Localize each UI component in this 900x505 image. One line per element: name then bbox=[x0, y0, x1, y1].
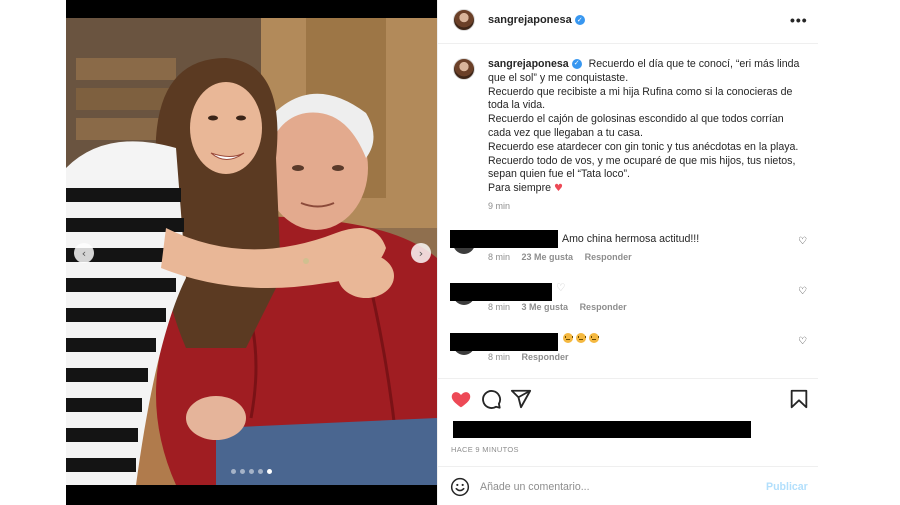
post-actions-bar bbox=[438, 378, 818, 418]
caption-line: Para siempre bbox=[488, 182, 551, 195]
comment-likes-count[interactable]: 23 Me gusta bbox=[522, 252, 574, 262]
comment-meta: 8 min 23 Me gusta Responder bbox=[488, 252, 641, 262]
photo-letterbox-bottom bbox=[66, 485, 437, 505]
author-username[interactable]: sangrejaponesa ✓ bbox=[488, 14, 585, 26]
comment-likes[interactable]: 3 Me gusta bbox=[522, 302, 569, 312]
sad-face-emoji-icon bbox=[576, 333, 586, 344]
comment-text: ♡ bbox=[556, 282, 566, 294]
add-comment-bar: Publicar bbox=[438, 466, 818, 505]
photo-letterbox-top bbox=[66, 0, 437, 18]
caption-username-text[interactable]: sangrejaponesa bbox=[488, 58, 569, 70]
comment-reply-button[interactable]: Responder bbox=[585, 252, 632, 262]
post-side-panel: sangrejaponesa ✓ ••• sangrejaponesa ✓ Recu… bbox=[437, 0, 818, 505]
comment-time: 8 min bbox=[488, 252, 511, 262]
comment-bubble-icon[interactable] bbox=[480, 388, 502, 410]
redacted-liked-by bbox=[453, 421, 751, 438]
comment-likes[interactable]: 23 Me gusta bbox=[522, 252, 574, 262]
post-caption: sangrejaponesa ✓ Recuerdo el día que te c… bbox=[488, 58, 804, 196]
redacted-username bbox=[450, 283, 552, 301]
comment-reply-button[interactable]: Responder bbox=[580, 302, 627, 312]
comment-input[interactable] bbox=[480, 478, 750, 496]
comment-time: 8 min bbox=[488, 352, 511, 362]
save-bookmark-icon[interactable] bbox=[788, 388, 810, 410]
comment-reply-label[interactable]: Responder bbox=[580, 302, 627, 312]
caption-timestamp: 9 min bbox=[488, 201, 511, 211]
carousel-next-button[interactable]: › bbox=[411, 243, 431, 263]
post-photo-panel: ‹ › bbox=[66, 0, 437, 505]
redacted-username bbox=[450, 333, 558, 351]
caption-author-avatar[interactable] bbox=[453, 58, 475, 80]
comment-like-heart-icon[interactable]: ♡ bbox=[798, 336, 807, 347]
carousel-dot bbox=[240, 469, 245, 474]
comment-reply-label[interactable]: Responder bbox=[585, 252, 632, 262]
comment-likes-count[interactable]: 3 Me gusta bbox=[522, 302, 569, 312]
comment-like-heart-icon[interactable]: ♡ bbox=[798, 286, 807, 297]
caption-username[interactable]: sangrejaponesa ✓ bbox=[488, 58, 582, 70]
author-username-text[interactable]: sangrejaponesa bbox=[488, 14, 572, 26]
post-header: sangrejaponesa ✓ ••• bbox=[438, 0, 818, 44]
comment-like-heart-icon[interactable]: ♡ bbox=[798, 236, 807, 247]
sad-face-emoji-icon bbox=[589, 333, 599, 344]
carousel-dot bbox=[249, 469, 254, 474]
author-avatar[interactable] bbox=[453, 9, 475, 31]
caption-line: Recuerdo ese atardecer con gin tonic y t… bbox=[488, 140, 799, 153]
verified-badge-icon: ✓ bbox=[571, 59, 582, 70]
comment-time: 8 min bbox=[488, 302, 511, 312]
caption-line: Recuerdo el cajón de golosinas escondido… bbox=[488, 113, 784, 139]
emoji-smile-icon[interactable] bbox=[450, 477, 470, 497]
red-heart-emoji-icon: ♥ bbox=[553, 183, 563, 195]
verified-badge-icon: ✓ bbox=[574, 15, 585, 26]
caption-line: Recuerdo todo de vos, y me ocuparé de qu… bbox=[488, 154, 796, 181]
carousel-dots bbox=[66, 469, 437, 474]
carousel-dot-active bbox=[267, 469, 272, 474]
comment-emojis bbox=[563, 332, 602, 344]
comment-text: Amo china hermosa actitud!!! bbox=[562, 233, 700, 245]
carousel-dot bbox=[258, 469, 263, 474]
like-heart-filled-icon[interactable] bbox=[450, 388, 472, 410]
sad-face-emoji-icon bbox=[563, 333, 573, 344]
carousel-dot bbox=[231, 469, 236, 474]
comment-reply-button[interactable]: Responder bbox=[522, 352, 569, 362]
share-paper-plane-icon[interactable] bbox=[510, 388, 532, 410]
photo-illustration bbox=[66, 18, 437, 485]
publish-button[interactable]: Publicar bbox=[766, 481, 808, 493]
comment-meta: 8 min 3 Me gusta Responder bbox=[488, 302, 636, 312]
more-options-icon[interactable]: ••• bbox=[790, 12, 808, 28]
comment-reply-label[interactable]: Responder bbox=[522, 352, 569, 362]
redacted-username bbox=[450, 230, 558, 248]
caption-line: Recuerdo que recibiste a mi hija Rufina … bbox=[488, 85, 793, 112]
comment-meta: 8 min Responder bbox=[488, 352, 578, 362]
post-photo bbox=[66, 18, 437, 485]
carousel-prev-button[interactable]: ‹ bbox=[74, 243, 94, 263]
post-timestamp: HACE 9 MINUTOS bbox=[451, 445, 519, 454]
